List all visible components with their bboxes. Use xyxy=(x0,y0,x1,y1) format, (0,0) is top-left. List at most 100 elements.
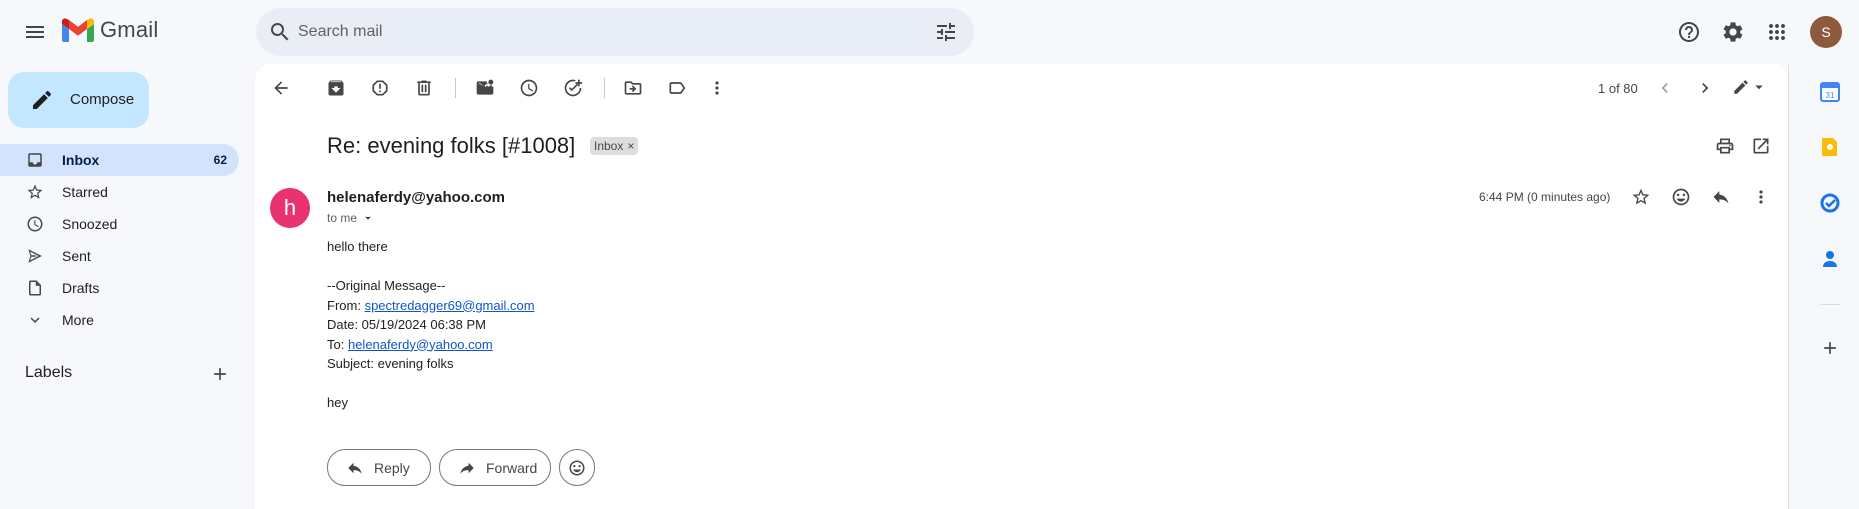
report-icon xyxy=(372,80,388,96)
star-button[interactable] xyxy=(1621,177,1661,217)
recipient-label: to me xyxy=(327,211,358,225)
app-name: Gmail xyxy=(100,17,159,42)
tasks-app-button[interactable] xyxy=(1814,187,1846,219)
gmail-logo[interactable]: Gmail xyxy=(62,17,158,43)
sidebar-item-snoozed[interactable]: Snoozed xyxy=(0,208,239,240)
draft-icon xyxy=(29,280,41,296)
forward-button[interactable]: Forward xyxy=(439,449,551,486)
email-subject: Re: evening folks [#1008] xyxy=(327,133,576,158)
keep-icon xyxy=(1822,138,1837,156)
more-vert-icon xyxy=(1759,190,1763,204)
search-input[interactable] xyxy=(298,8,898,56)
recipient-details[interactable]: to me xyxy=(327,211,375,225)
gear-icon xyxy=(1723,22,1743,42)
newer-button[interactable] xyxy=(1645,68,1685,108)
emoji-icon xyxy=(569,460,585,475)
chevron-right-icon xyxy=(1702,83,1709,93)
contacts-app-button[interactable] xyxy=(1814,243,1846,275)
reply-button[interactable]: Reply xyxy=(327,449,431,486)
caret-down-icon xyxy=(365,216,371,220)
toolbar-divider xyxy=(604,78,605,98)
compose-button[interactable]: Compose xyxy=(8,72,149,128)
get-addons-button[interactable] xyxy=(1814,332,1846,364)
delete-button[interactable] xyxy=(404,68,444,108)
labels-button[interactable] xyxy=(657,68,697,108)
pagination-count: 1 of 80 xyxy=(1598,81,1638,96)
to-label: To: xyxy=(327,336,348,352)
hamburger-menu-icon xyxy=(26,26,44,38)
side-panel-divider xyxy=(1788,64,1789,509)
star-icon xyxy=(27,184,43,199)
sidebar-item-inbox[interactable]: Inbox 62 xyxy=(0,144,239,176)
settings-button[interactable] xyxy=(1713,12,1753,52)
emoji-reaction-button[interactable] xyxy=(559,449,595,486)
from-email-link[interactable]: spectredagger69@gmail.com xyxy=(365,298,535,313)
mark-unread-icon xyxy=(476,79,494,95)
calendar-app-button[interactable]: 31 xyxy=(1814,76,1846,108)
sidebar-item-label: Starred xyxy=(62,184,108,200)
to-email-link[interactable]: helenaferdy@yahoo.com xyxy=(348,337,493,352)
older-button[interactable] xyxy=(1685,68,1725,108)
search-options-icon[interactable] xyxy=(934,20,958,44)
pen-icon xyxy=(1734,80,1748,94)
move-folder-icon xyxy=(624,81,642,95)
inbox-label-chip[interactable]: Inbox × xyxy=(590,137,639,155)
plus-icon xyxy=(214,368,226,380)
tasks-icon xyxy=(1820,193,1840,213)
label-icon xyxy=(669,82,686,94)
email-timestamp: 6:44 PM (0 minutes ago) xyxy=(1479,190,1611,204)
pencil-icon xyxy=(33,90,52,109)
sender-email[interactable]: helenaferdy@yahoo.com xyxy=(327,189,505,206)
forward-label: Forward xyxy=(486,459,538,476)
print-button[interactable] xyxy=(1705,126,1745,166)
original-message-header: --Original Message-- xyxy=(327,278,446,293)
email-body: hello there --Original Message-- From: s… xyxy=(327,237,535,413)
open-in-new-window-button[interactable] xyxy=(1741,126,1781,166)
add-reaction-button[interactable] xyxy=(1661,177,1701,217)
keep-app-button[interactable] xyxy=(1814,131,1846,163)
emoji-icon xyxy=(1672,188,1690,206)
sidebar-item-drafts[interactable]: Drafts xyxy=(0,272,239,304)
archive-button[interactable] xyxy=(316,68,356,108)
sidebar-item-starred[interactable]: Starred xyxy=(0,176,239,208)
gmail-logo-icon xyxy=(62,18,94,42)
print-icon xyxy=(1716,138,1734,154)
more-actions-button[interactable] xyxy=(697,68,737,108)
sidebar-item-label: Snoozed xyxy=(62,216,118,232)
move-to-button[interactable] xyxy=(613,68,653,108)
arrow-back-icon xyxy=(274,81,288,95)
main-menu-button[interactable] xyxy=(15,12,55,52)
sidebar-item-more[interactable]: More xyxy=(0,304,239,336)
add-to-tasks-button[interactable] xyxy=(553,68,593,108)
trash-icon xyxy=(417,80,431,96)
original-date-line: Date: 05/19/2024 06:38 PM xyxy=(327,317,487,332)
reply-icon-button[interactable] xyxy=(1701,177,1741,217)
reply-icon xyxy=(1713,191,1729,204)
sidebar-item-sent[interactable]: Sent xyxy=(0,240,239,272)
input-tools-button[interactable] xyxy=(1732,78,1768,96)
account-avatar[interactable]: S xyxy=(1810,16,1842,48)
svg-text:31: 31 xyxy=(1826,91,1835,100)
google-apps-button[interactable] xyxy=(1757,12,1797,52)
add-task-icon xyxy=(564,79,583,97)
sidebar-item-label: Sent xyxy=(62,248,91,264)
sidebar-item-label: Drafts xyxy=(62,280,100,296)
original-from-line: From: spectredagger69@gmail.com xyxy=(327,296,535,316)
message-more-button[interactable] xyxy=(1741,177,1781,217)
search-icon[interactable] xyxy=(268,20,292,44)
search-bar[interactable] xyxy=(256,8,974,56)
remove-label-icon[interactable]: × xyxy=(627,139,634,153)
archive-icon xyxy=(328,80,344,96)
label-chip-text: Inbox xyxy=(594,139,624,153)
contacts-icon xyxy=(1823,251,1837,267)
mark-unread-button[interactable] xyxy=(465,68,505,108)
back-button[interactable] xyxy=(261,68,301,108)
star-icon xyxy=(1632,188,1650,205)
apps-grid-icon xyxy=(1769,24,1785,40)
snooze-button[interactable] xyxy=(509,68,549,108)
report-spam-button[interactable] xyxy=(360,68,400,108)
create-label-button[interactable] xyxy=(200,354,240,394)
support-button[interactable] xyxy=(1669,12,1709,52)
open-in-new-icon xyxy=(1753,138,1769,154)
